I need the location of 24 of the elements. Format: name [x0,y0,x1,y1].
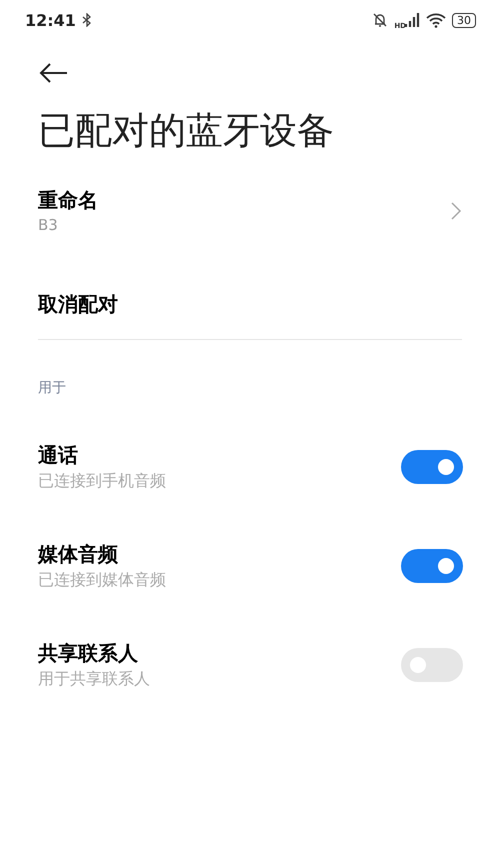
wifi-icon [426,12,446,28]
item-description: 用于共享联系人 [38,668,151,690]
muted-bell-icon [372,12,388,28]
item-label: 共享联系人 [38,640,139,667]
settings-item[interactable]: 重命名 B3 [0,182,500,240]
bluetooth-icon [82,13,92,27]
back-icon[interactable] [38,62,68,84]
item-label: 通话 [38,442,79,469]
item-label: 媒体音频 [38,541,119,568]
item-label: 重命名 [38,187,98,214]
signal-icon [404,12,420,28]
settings-item[interactable]: 取消配对 [0,276,500,332]
section-header: 用于 [38,379,67,398]
toggle-switch[interactable] [401,450,463,484]
chevron-icon [450,201,462,221]
toggle-switch[interactable] [401,549,463,583]
toggle-switch[interactable] [401,648,463,682]
status-time: 12:41 [25,10,76,30]
item-label: 取消配对 [38,291,118,318]
page-title: 已配对的蓝牙设备 [38,108,335,154]
battery-level: 30 [452,12,476,28]
item-description: 已连接到手机音频 [38,470,167,492]
item-value: B3 [38,215,59,236]
item-description: 已连接到媒体音频 [38,569,167,591]
